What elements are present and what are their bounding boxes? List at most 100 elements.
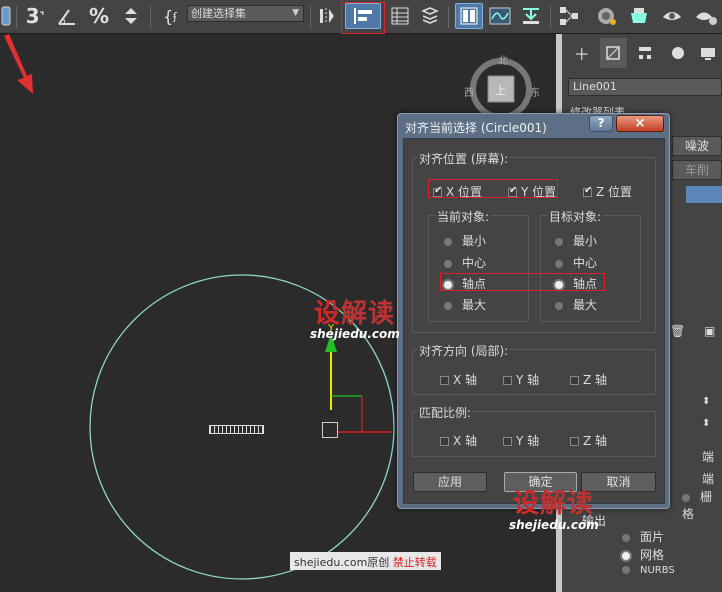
watermark-url-center: shejiedu.com bbox=[310, 327, 400, 341]
trash-icon[interactable]: 🗑 bbox=[670, 324, 685, 338]
current-max-label: 最大 bbox=[462, 298, 487, 312]
output-nurbs-option[interactable]: NURBS bbox=[622, 565, 675, 576]
target-center-option[interactable]: 中心 bbox=[555, 254, 597, 271]
curve-editor-icon[interactable] bbox=[487, 3, 513, 29]
scale-y-checkbox[interactable]: Y 轴 bbox=[503, 432, 539, 449]
object-name-field[interactable]: Line001 bbox=[568, 78, 722, 96]
grid-radio[interactable] bbox=[682, 493, 690, 502]
schematic-icon[interactable] bbox=[556, 3, 582, 29]
toolbar-separator bbox=[150, 6, 151, 28]
target-object-label: 目标对象: bbox=[547, 208, 604, 225]
orient-y-check-icon[interactable] bbox=[503, 376, 512, 385]
spinner-2-icon[interactable]: ⬍ bbox=[702, 418, 710, 429]
orient-y-checkbox[interactable]: Y 轴 bbox=[503, 371, 539, 388]
xy-position-highlight bbox=[428, 179, 558, 198]
watermark-logo-part1: 设 bbox=[314, 299, 342, 329]
scale-z-label: Z 轴 bbox=[583, 434, 608, 448]
compass-east: 东 bbox=[530, 88, 540, 99]
mesh-label: 网格 bbox=[640, 548, 665, 562]
scale-x-checkbox[interactable]: X 轴 bbox=[440, 432, 477, 449]
end-label-2: 端 bbox=[702, 472, 715, 486]
dialog-title: 对齐当前选择 (Circle001) bbox=[405, 121, 547, 135]
selected-list-item[interactable] bbox=[686, 186, 722, 203]
create-tab-icon[interactable]: ＋ bbox=[568, 38, 596, 68]
output-patch-option[interactable]: 面片 bbox=[622, 528, 664, 545]
scale-z-check-icon[interactable] bbox=[570, 437, 579, 446]
hierarchy-tab-icon[interactable] bbox=[631, 38, 659, 68]
current-object-label: 当前对象: bbox=[435, 208, 492, 225]
orient-x-checkbox[interactable]: X 轴 bbox=[440, 371, 477, 388]
align-orientation-label: 对齐方向 (局部): bbox=[417, 342, 511, 359]
current-min-option[interactable]: 最小 bbox=[444, 232, 486, 249]
noise-button[interactable]: 噪波 bbox=[672, 136, 722, 156]
snap-3-icon[interactable]: 3 ⌝ bbox=[22, 3, 48, 29]
watermark-logo-part2: 解读 bbox=[341, 299, 396, 329]
angle-snap-icon[interactable] bbox=[54, 3, 80, 29]
target-max-label: 最大 bbox=[573, 298, 598, 312]
layers-icon[interactable] bbox=[418, 3, 442, 29]
spinner-1-icon[interactable]: ⬍ bbox=[702, 396, 710, 407]
watermark-bottom-banner: shejiedu.com原创 禁止转载 bbox=[290, 552, 441, 570]
current-center-option[interactable]: 中心 bbox=[444, 254, 486, 271]
z-position-checkbox[interactable]: Z 位置 bbox=[583, 183, 632, 200]
watermark-url-right: shejiedu.com bbox=[509, 518, 599, 532]
output-mesh-option[interactable]: 网格 bbox=[622, 546, 664, 563]
orient-x-check-icon[interactable] bbox=[440, 376, 449, 385]
configure-icon[interactable]: ▣ bbox=[704, 324, 715, 338]
mirror-icon[interactable] bbox=[315, 3, 339, 29]
material-editor-icon[interactable] bbox=[594, 3, 620, 29]
modify-tab-icon[interactable] bbox=[599, 38, 628, 68]
toolbar-edge-icon[interactable] bbox=[0, 3, 12, 29]
display-tab-icon[interactable] bbox=[694, 38, 722, 68]
current-max-option[interactable]: 最大 bbox=[444, 296, 486, 313]
current-min-radio[interactable] bbox=[444, 237, 452, 246]
mesh-radio[interactable] bbox=[622, 551, 630, 560]
current-max-radio[interactable] bbox=[444, 301, 452, 310]
main-toolbar: 3 ⌝ % {ʄ 创建选择集 ▼ bbox=[0, 0, 722, 34]
nurbs-radio[interactable] bbox=[622, 566, 630, 574]
scale-x-check-icon[interactable] bbox=[440, 437, 449, 446]
target-min-radio[interactable] bbox=[555, 237, 563, 246]
scale-y-check-icon[interactable] bbox=[503, 437, 512, 446]
lathe-button[interactable]: 车削 bbox=[672, 160, 722, 180]
render-frame-icon[interactable] bbox=[658, 3, 686, 29]
dialog-body: 对齐位置 (屏幕): X 位置 Y 位置 Z 位置 当前对象: 最小 中心 轴点… bbox=[403, 138, 665, 504]
watermark-bottom-site: shejiedu.com原创 bbox=[294, 556, 390, 569]
current-center-label: 中心 bbox=[462, 256, 487, 270]
selection-set-dropdown[interactable]: 创建选择集 ▼ bbox=[187, 5, 304, 22]
orient-z-check-icon[interactable] bbox=[570, 376, 579, 385]
target-max-radio[interactable] bbox=[555, 301, 563, 310]
z-position-label: Z 位置 bbox=[596, 185, 633, 199]
target-center-radio[interactable] bbox=[555, 259, 563, 268]
target-max-option[interactable]: 最大 bbox=[555, 296, 597, 313]
line001-object[interactable] bbox=[209, 425, 264, 434]
render-icon[interactable] bbox=[692, 3, 720, 29]
close-button[interactable]: × bbox=[616, 115, 664, 132]
dope-sheet-icon[interactable] bbox=[518, 3, 544, 29]
grid-option[interactable]: 栅格 bbox=[682, 488, 722, 522]
target-min-option[interactable]: 最小 bbox=[555, 232, 597, 249]
target-center-label: 中心 bbox=[573, 256, 598, 270]
apply-button[interactable]: 应用 bbox=[413, 472, 487, 492]
orient-z-checkbox[interactable]: Z 轴 bbox=[570, 371, 607, 388]
render-setup-icon[interactable] bbox=[626, 3, 652, 29]
toolbar-separator bbox=[550, 6, 551, 28]
watermark-logo-center: 设解读 bbox=[314, 293, 395, 330]
layer-explorer-icon[interactable] bbox=[388, 3, 412, 29]
current-center-radio[interactable] bbox=[444, 259, 452, 268]
pivot-point-box[interactable] bbox=[322, 422, 338, 438]
align-selection-dialog: 对齐当前选择 (Circle001) ? × 对齐位置 (屏幕): X 位置 Y… bbox=[397, 113, 670, 509]
patch-radio[interactable] bbox=[622, 533, 630, 542]
named-selection-icon[interactable]: {ʄ bbox=[157, 3, 183, 29]
align-highlight-box bbox=[341, 2, 385, 34]
align-position-label: 对齐位置 (屏幕): bbox=[417, 150, 511, 167]
z-position-check-icon[interactable] bbox=[583, 185, 592, 197]
motion-tab-icon[interactable] bbox=[663, 38, 691, 68]
scale-z-checkbox[interactable]: Z 轴 bbox=[570, 432, 607, 449]
help-button[interactable]: ? bbox=[589, 115, 613, 132]
percent-snap-icon[interactable]: % bbox=[86, 3, 112, 29]
current-min-label: 最小 bbox=[462, 234, 487, 248]
ribbon-icon[interactable] bbox=[455, 3, 483, 29]
spinner-snap-icon[interactable] bbox=[118, 3, 144, 29]
selection-set-value: 创建选择集 bbox=[191, 7, 246, 20]
